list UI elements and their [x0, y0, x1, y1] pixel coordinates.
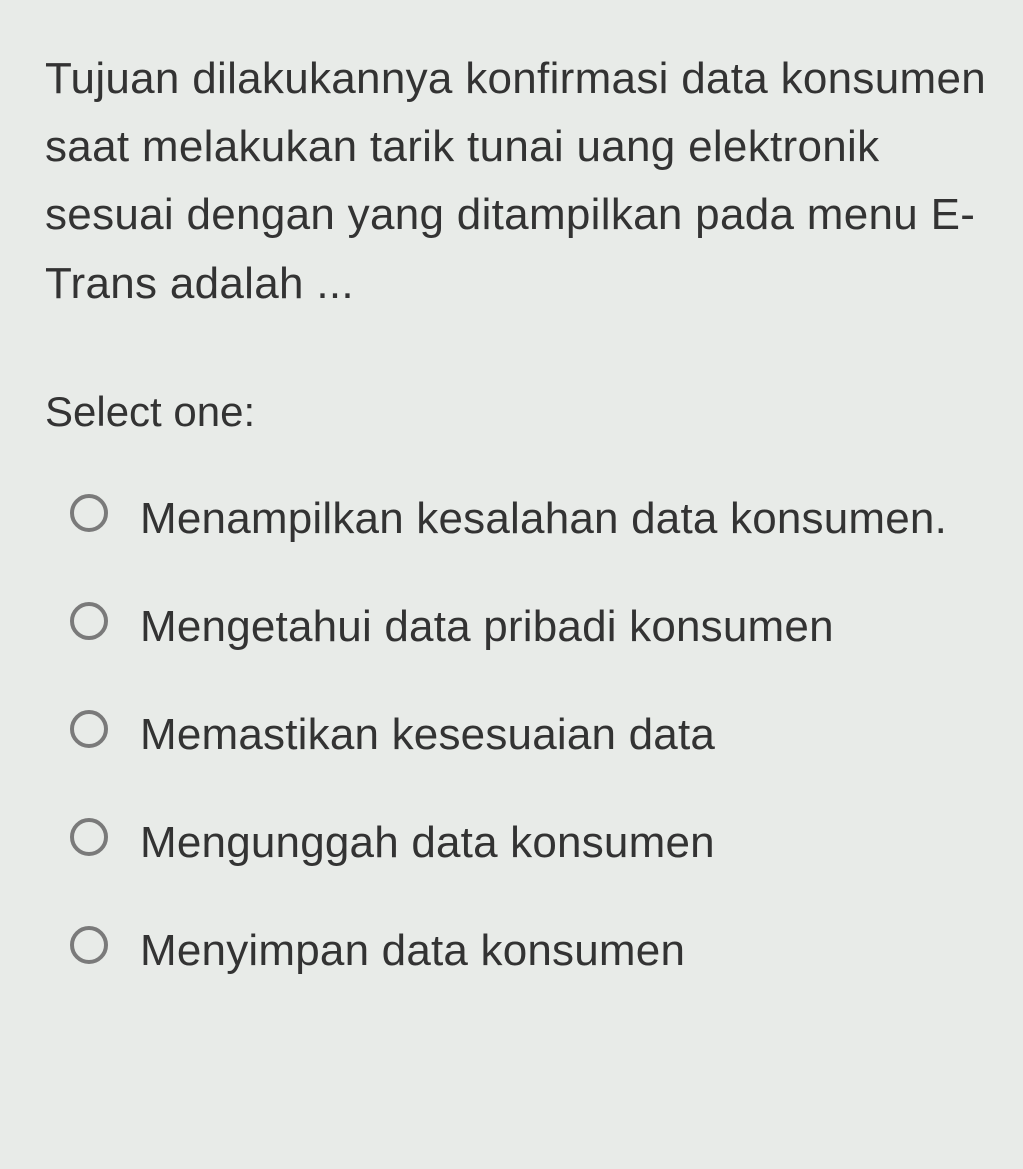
option-label: Menampilkan kesalahan data konsumen.	[140, 486, 947, 552]
quiz-container: Tujuan dilakukannya konfirmasi data kons…	[0, 0, 1023, 1014]
options-list: Menampilkan kesalahan data konsumen. Men…	[45, 486, 993, 984]
option-row[interactable]: Menyimpan data konsumen	[70, 918, 993, 984]
option-row[interactable]: Mengetahui data pribadi konsumen	[70, 594, 993, 660]
question-text: Tujuan dilakukannya konfirmasi data kons…	[45, 45, 993, 318]
radio-unchecked-icon[interactable]	[70, 494, 108, 532]
option-label: Menyimpan data konsumen	[140, 918, 685, 984]
option-label: Mengetahui data pribadi konsumen	[140, 594, 834, 660]
select-one-label: Select one:	[45, 388, 993, 436]
radio-unchecked-icon[interactable]	[70, 710, 108, 748]
radio-unchecked-icon[interactable]	[70, 926, 108, 964]
option-label: Mengunggah data konsumen	[140, 810, 715, 876]
option-label: Memastikan kesesuaian data	[140, 702, 715, 768]
radio-unchecked-icon[interactable]	[70, 818, 108, 856]
option-row[interactable]: Mengunggah data konsumen	[70, 810, 993, 876]
option-row[interactable]: Menampilkan kesalahan data konsumen.	[70, 486, 993, 552]
option-row[interactable]: Memastikan kesesuaian data	[70, 702, 993, 768]
radio-unchecked-icon[interactable]	[70, 602, 108, 640]
